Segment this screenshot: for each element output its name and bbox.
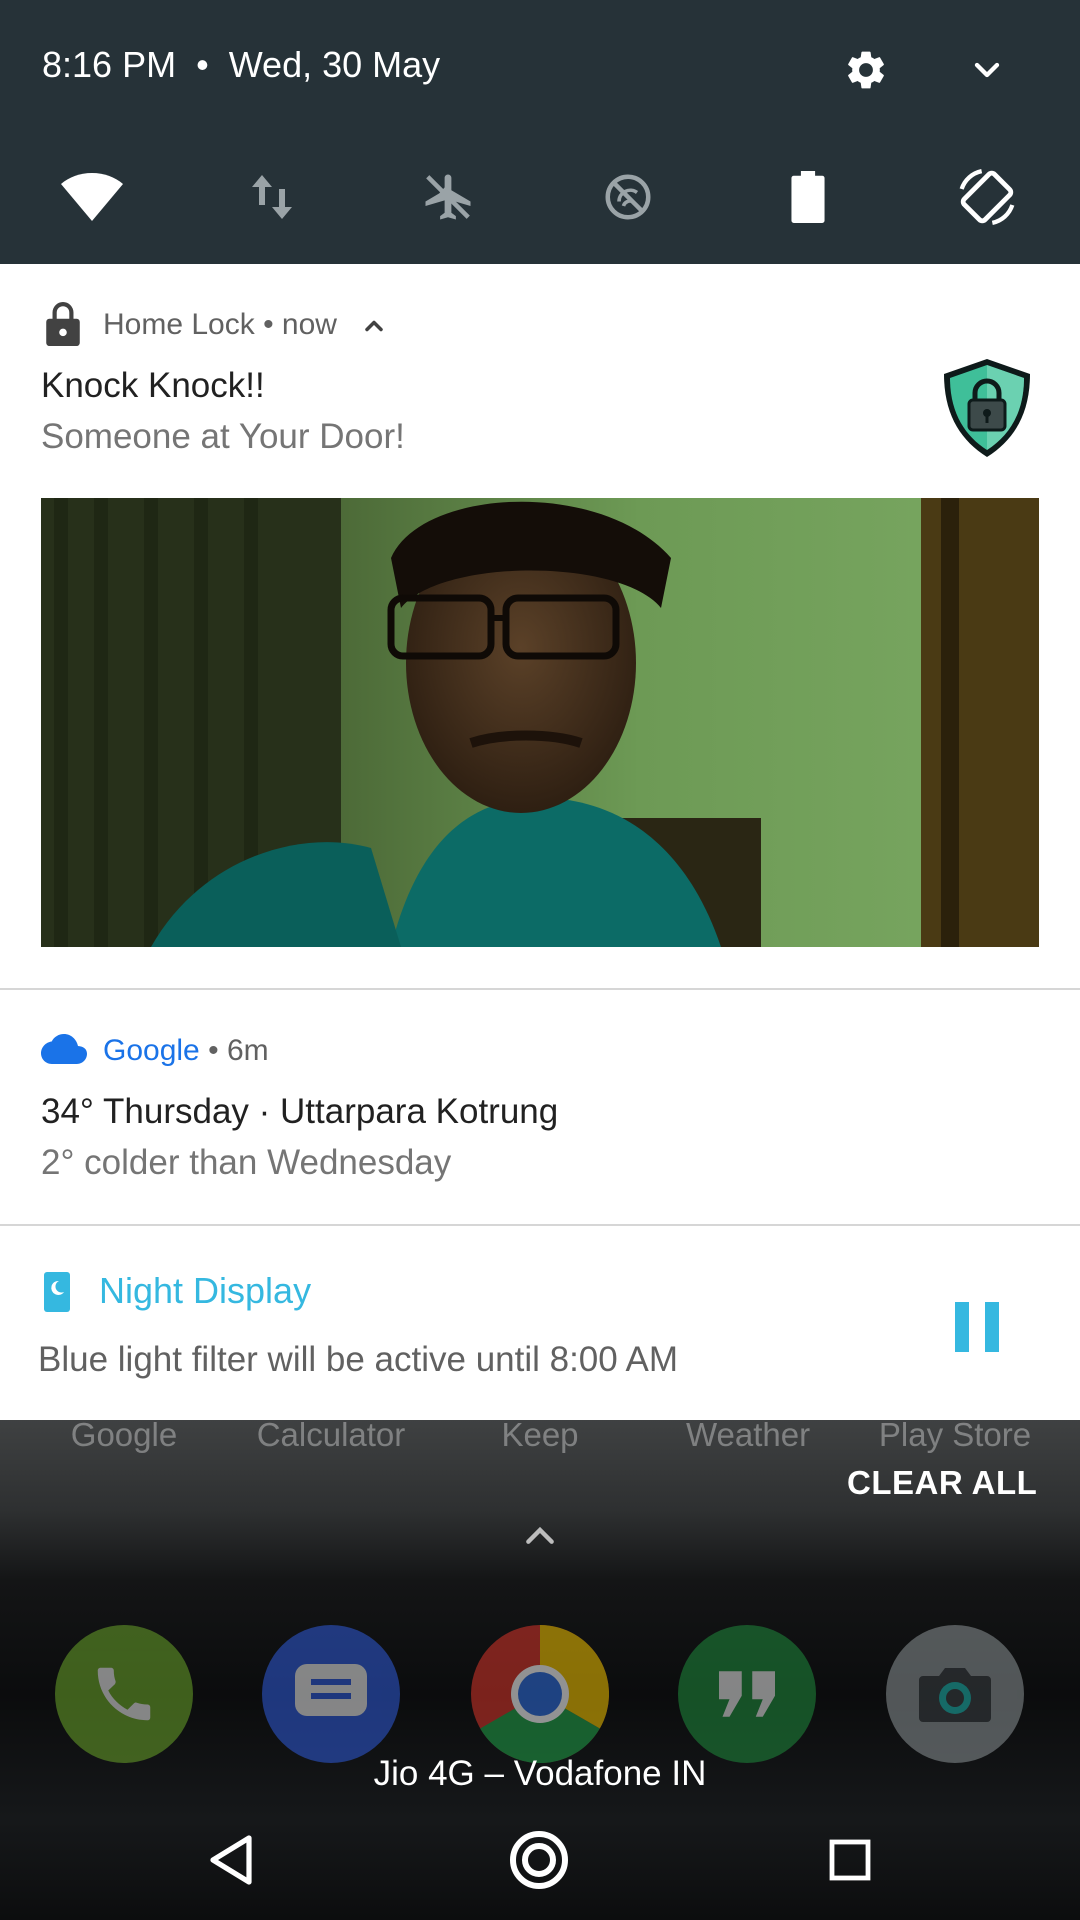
app-name: Home Lock [103, 308, 255, 341]
app-label-play-store[interactable]: Play Store [855, 1416, 1055, 1454]
app-label-keep[interactable]: Keep [440, 1416, 640, 1454]
app-name[interactable]: Night Display [99, 1270, 311, 1312]
carrier-label: Jio 4G – Vodafone IN [373, 1754, 707, 1793]
notification-title: 34° Thursday · Uttarpara Kotrung [41, 1092, 559, 1131]
do-not-disturb-icon[interactable] [588, 160, 668, 234]
notification-text: Someone at Your Door! [41, 417, 405, 456]
hangouts-icon[interactable] [678, 1625, 816, 1763]
app-label-google[interactable]: Google [24, 1416, 224, 1454]
status-datetime: 8:16 PM • Wed, 30 May [42, 44, 441, 85]
back-button[interactable] [181, 1820, 281, 1900]
doorbell-camera-photo[interactable] [41, 498, 1039, 947]
notification-time: 6m [226, 1034, 269, 1067]
battery-icon[interactable] [768, 160, 848, 234]
shield-lock-icon [939, 356, 1035, 460]
night-display-icon [44, 1272, 70, 1312]
camera-icon[interactable] [886, 1625, 1024, 1763]
wifi-icon[interactable] [52, 160, 132, 234]
app-label-calculator[interactable]: Calculator [231, 1416, 431, 1454]
auto-rotate-icon[interactable] [947, 160, 1027, 234]
quick-settings-panel [0, 0, 1080, 264]
notification-text: Blue light filter will be active until 8… [38, 1340, 679, 1379]
app-label-weather[interactable]: Weather [648, 1416, 848, 1454]
gear-icon[interactable] [836, 40, 896, 100]
airplane-mode-off-icon[interactable] [408, 160, 488, 234]
pause-icon[interactable] [955, 1302, 999, 1352]
app-name: Google [103, 1034, 200, 1067]
chevron-up-icon[interactable] [360, 312, 388, 340]
notification-header[interactable]: Home Lock • now [103, 308, 337, 342]
mobile-data-icon[interactable] [232, 160, 312, 234]
notification-header[interactable]: Google • 6m [103, 1034, 269, 1068]
clear-all-button[interactable]: CLEAR ALL [847, 1464, 1037, 1502]
messages-icon[interactable] [262, 1625, 400, 1763]
notification-time: now [281, 308, 337, 341]
chevron-down-icon[interactable] [957, 40, 1017, 100]
cloud-icon [41, 1034, 87, 1064]
notification-title: Knock Knock!! [41, 366, 265, 405]
divider [0, 988, 1080, 990]
home-button[interactable] [489, 1820, 589, 1900]
divider [0, 1224, 1080, 1226]
chevron-up-icon[interactable] [520, 1520, 560, 1550]
notification-text: 2° colder than Wednesday [41, 1143, 452, 1182]
recents-button[interactable] [800, 1820, 900, 1900]
chrome-icon[interactable] [471, 1625, 609, 1763]
lock-icon [46, 302, 80, 346]
phone-icon[interactable] [55, 1625, 193, 1763]
